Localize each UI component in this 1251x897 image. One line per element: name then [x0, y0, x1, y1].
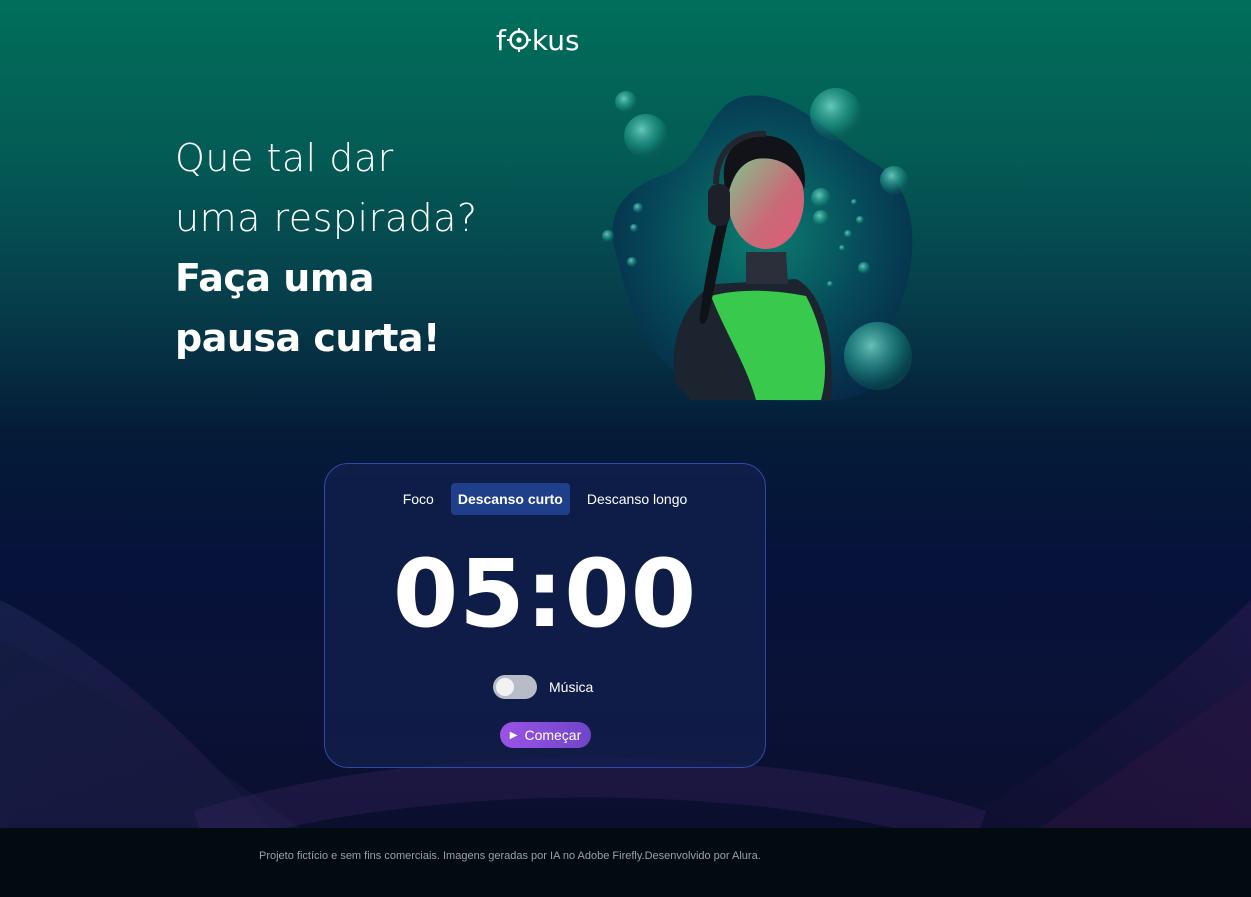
logo-text-end: kus [531, 23, 580, 57]
woman-headphones-underwater-image [602, 88, 913, 402]
music-toggle-row: Música [493, 674, 593, 700]
timer-display: 05:00 [392, 540, 698, 649]
headline-line-3: Faça uma [175, 256, 375, 300]
headline: Que tal dar uma respirada? Faça uma paus… [175, 128, 575, 368]
play-icon: ▶ [509, 729, 518, 741]
target-o-icon [506, 28, 531, 52]
tab-foco[interactable]: Foco [396, 483, 441, 515]
music-toggle[interactable] [493, 675, 537, 699]
footer: Projeto fictício e sem fins comerciais. … [0, 828, 1251, 897]
headline-line-2: uma respirada? [175, 196, 478, 240]
start-button-label: Começar [524, 727, 582, 743]
music-label: Música [549, 679, 594, 695]
tab-descanso-curto[interactable]: Descanso curto [450, 483, 570, 515]
start-button[interactable]: ▶ Começar [500, 722, 591, 748]
footer-text: Projeto fictício e sem fins comerciais. … [259, 850, 761, 862]
logo-text-start: f [496, 23, 506, 57]
tab-descanso-longo[interactable]: Descanso longo [580, 483, 694, 515]
headline-line-4: pausa curta! [175, 316, 440, 360]
headline-line-1: Que tal dar [175, 136, 394, 180]
fokus-logo[interactable]: f kus [496, 22, 596, 58]
timer-tabs: Foco Descanso curto Descanso longo [325, 482, 765, 516]
toggle-knob [496, 678, 514, 696]
timer-card: Foco Descanso curto Descanso longo 05:00… [324, 463, 766, 768]
